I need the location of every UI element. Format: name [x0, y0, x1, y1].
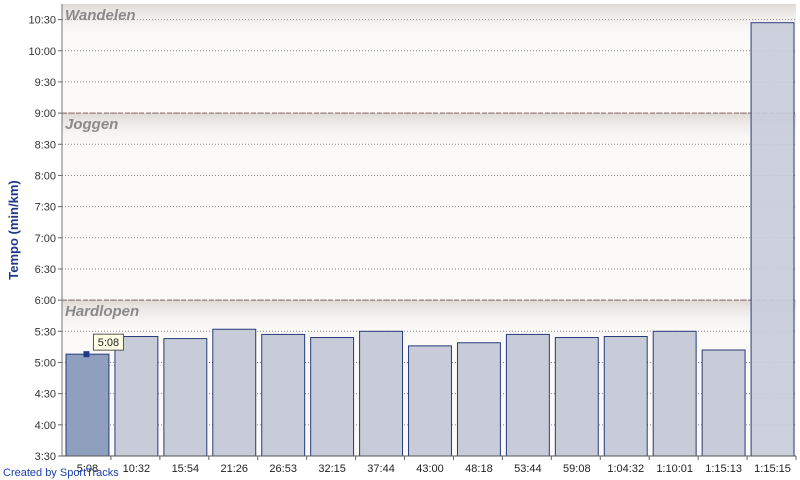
y-tick-label: 5:00 — [35, 357, 56, 369]
zone-label-joggen: Joggen — [65, 116, 118, 133]
pace-chart: Wandelen Joggen Hardlopen 3:30 4:00 4:30 5:00 5… — [0, 0, 800, 480]
bar-1 — [114, 336, 159, 457]
bar-11 — [603, 336, 648, 457]
callout-label: 5:08 — [98, 337, 119, 349]
y-tick-label: 4:00 — [35, 420, 56, 432]
zone-label-hardlopen: Hardlopen — [65, 303, 139, 320]
y-tick-label: 7:30 — [35, 202, 56, 214]
bar-13 — [701, 349, 746, 457]
x-tick-label: 1:04:32 — [607, 463, 644, 475]
x-tick-label: 1:15:13 — [705, 463, 742, 475]
x-tick-label: 48:18 — [465, 463, 493, 475]
bar-12 — [652, 330, 697, 457]
callout-marker — [83, 351, 90, 358]
y-tick-label: 3:30 — [35, 451, 56, 463]
bar-14 — [750, 22, 795, 457]
y-tick-label: 7:00 — [35, 233, 56, 245]
x-tick-label: 10:32 — [123, 463, 151, 475]
bar-7 — [408, 345, 452, 457]
y-tick-label: 5:30 — [35, 326, 56, 338]
x-tick-label: 53:44 — [514, 463, 542, 475]
y-tick-label: 6:00 — [35, 295, 56, 307]
x-tick-label: 1:15:15 — [754, 463, 791, 475]
bar-5 — [310, 337, 355, 457]
y-tick-label: 10:30 — [28, 15, 56, 27]
x-tick-label: 21:26 — [221, 463, 249, 475]
bar-9 — [505, 333, 550, 457]
x-tick-label: 43:00 — [416, 463, 444, 475]
x-tick-label: 32:15 — [318, 463, 346, 475]
zone-band-joggen — [62, 113, 796, 152]
credit-label: Created by SportTracks — [3, 467, 119, 479]
y-tick-label: 6:30 — [35, 264, 56, 276]
bar-4 — [261, 333, 306, 457]
bar-6 — [359, 330, 404, 457]
y-tick-label: 9:00 — [35, 108, 56, 120]
bar-10 — [554, 337, 599, 457]
x-tick-label: 59:08 — [563, 463, 591, 475]
zone-label-wandelen: Wandelen — [65, 7, 136, 24]
bar-8 — [456, 342, 501, 457]
y-tick-label: 8:30 — [35, 139, 56, 151]
chart-canvas: Wandelen Joggen Hardlopen 3:30 4:00 4:30 5:00 5… — [3, 4, 797, 479]
y-tick-label: 10:00 — [28, 46, 56, 58]
bar-0 — [65, 353, 110, 457]
bar-2 — [163, 338, 208, 457]
y-tick-label: 9:30 — [35, 77, 56, 89]
y-tick-label: 8:00 — [35, 170, 56, 182]
x-tick-label: 1:10:01 — [656, 463, 693, 475]
y-axis-title: Tempo (min/km) — [6, 180, 21, 279]
x-tick-label: 15:54 — [172, 463, 200, 475]
zone-band-wandelen — [62, 4, 796, 42]
x-tick-label: 37:44 — [367, 463, 395, 475]
bar-3 — [212, 328, 257, 457]
x-tick-label: 26:53 — [269, 463, 297, 475]
y-tick-label: 4:30 — [35, 389, 56, 401]
